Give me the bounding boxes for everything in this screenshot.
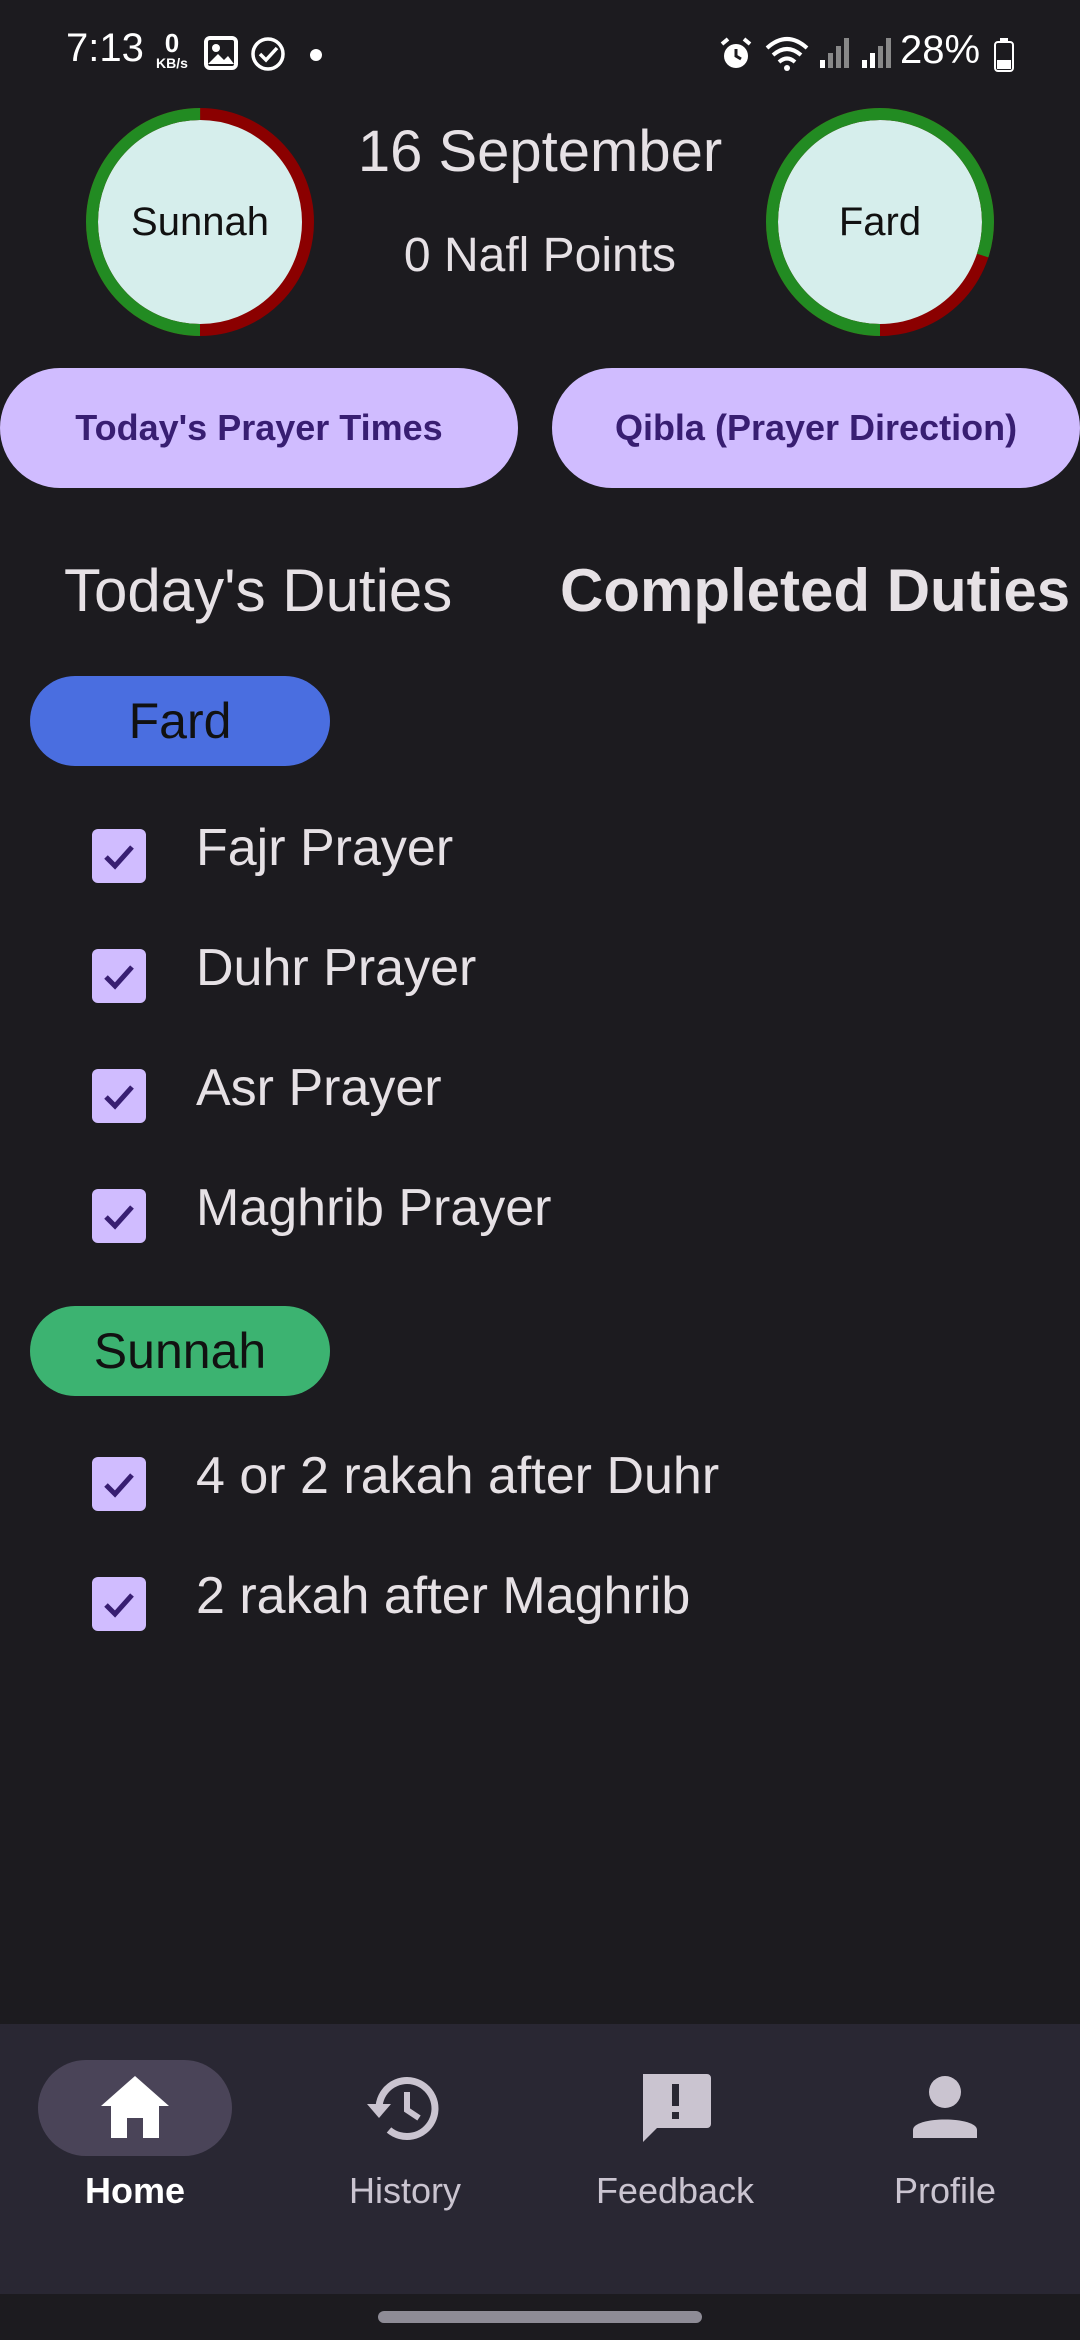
duty-label: Asr Prayer [196, 1059, 442, 1117]
alarm-icon [718, 36, 754, 77]
tab-todays-duties[interactable]: Today's Duties [64, 556, 452, 625]
nav-home-label: Home [84, 2170, 186, 2211]
duty-label: 2 rakah after Maghrib [196, 1567, 691, 1625]
prayer-times-button[interactable]: Today's Prayer Times [0, 368, 518, 488]
notification-dot-icon [310, 49, 322, 61]
nav-feedback[interactable]: Feedback [540, 2024, 810, 2294]
feedback-icon [635, 2068, 715, 2148]
duty-row[interactable]: Maghrib Prayer [92, 1179, 551, 1246]
check-circle-icon [250, 36, 286, 77]
sunnah-progress-ring: Sunnah [84, 106, 316, 338]
date-text: 16 September [357, 119, 723, 184]
battery-percent: 28% [900, 28, 981, 72]
nav-feedback-label: Feedback [595, 2170, 755, 2211]
duty-row[interactable]: Duhr Prayer [92, 939, 476, 1006]
battery-icon [994, 38, 1014, 77]
checkbox[interactable] [92, 829, 146, 883]
status-bar: 7:13 0 KB/s 28% [0, 0, 1080, 110]
gallery-icon [204, 36, 238, 75]
bottom-navigation: Home History Feedback Profile [0, 2024, 1080, 2294]
status-time: 7:13 [66, 26, 144, 70]
sunnah-ring-label: Sunnah [131, 199, 269, 244]
nav-history[interactable]: History [270, 2024, 540, 2294]
wifi-icon [764, 36, 810, 77]
nafl-points: 0 Nafl Points [403, 229, 677, 282]
duty-label: 4 or 2 rakah after Duhr [196, 1447, 720, 1505]
checkbox[interactable] [92, 1069, 146, 1123]
checkbox[interactable] [92, 949, 146, 1003]
signal-icon [818, 36, 852, 75]
checkbox[interactable] [92, 1577, 146, 1631]
home-icon [95, 2068, 175, 2148]
gesture-home-bar[interactable] [378, 2311, 702, 2323]
qibla-button[interactable]: Qibla (Prayer Direction) [552, 368, 1080, 488]
duty-label: Fajr Prayer [196, 819, 454, 877]
net-speed-value: 0 [164, 28, 180, 58]
net-speed-unit: KB/s [156, 55, 188, 71]
duty-label: Maghrib Prayer [196, 1179, 552, 1237]
history-icon [365, 2068, 445, 2148]
checkbox[interactable] [92, 1457, 146, 1511]
sunnah-chip: Sunnah [30, 1306, 330, 1396]
duty-row[interactable]: Asr Prayer [92, 1059, 442, 1126]
duty-row[interactable]: 2 rakah after Maghrib [92, 1567, 690, 1634]
duty-row[interactable]: Fajr Prayer [92, 819, 453, 886]
checkbox[interactable] [92, 1189, 146, 1243]
nav-profile[interactable]: Profile [810, 2024, 1080, 2294]
fard-chip: Fard [30, 676, 330, 766]
net-speed: 0 KB/s [152, 30, 192, 70]
nav-profile-label: Profile [893, 2170, 997, 2211]
duty-row[interactable]: 4 or 2 rakah after Duhr [92, 1447, 719, 1514]
nav-history-label: History [348, 2170, 461, 2211]
fard-ring-label: Fard [838, 199, 922, 244]
person-icon [905, 2068, 985, 2148]
fard-progress-ring: Fard [764, 106, 996, 338]
signal-icon-2 [860, 36, 894, 75]
tab-completed-duties[interactable]: Completed Duties [560, 556, 1070, 625]
nav-home[interactable]: Home [0, 2024, 270, 2294]
duty-label: Duhr Prayer [196, 939, 477, 997]
